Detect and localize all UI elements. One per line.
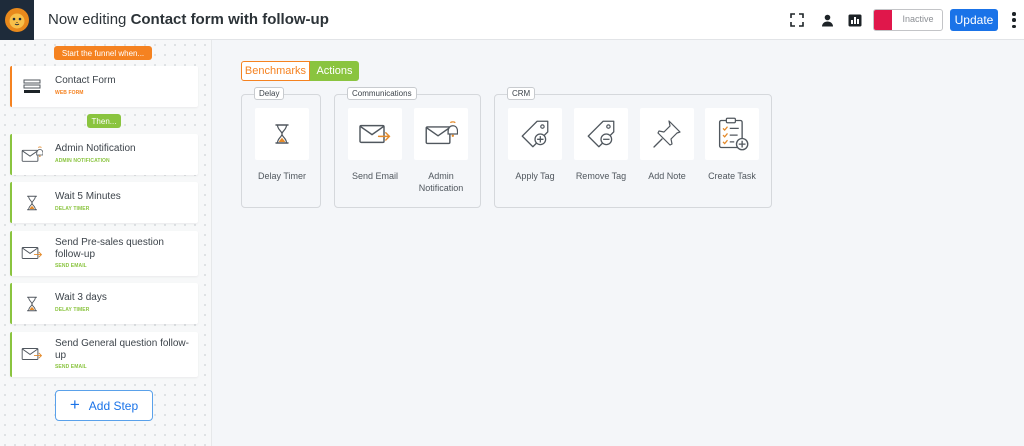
action-label: Apply Tag (515, 171, 555, 181)
action-label: Add Note (648, 171, 686, 181)
funnel-sidebar: Start the funnel when... Contact Form WE… (0, 40, 212, 446)
lion-logo-icon (5, 8, 29, 32)
step-type-tabs: Benchmarks Actions (241, 61, 359, 81)
more-options-icon[interactable] (1010, 11, 1018, 29)
step-title: Contact Form (55, 75, 116, 86)
app-logo[interactable] (0, 0, 34, 40)
add-step-label: Add Step (88, 398, 139, 413)
step-type: SEND EMAIL (55, 263, 87, 269)
action-apply-tag[interactable] (508, 108, 562, 160)
tab-benchmarks[interactable]: Benchmarks (241, 61, 310, 81)
action-add-note[interactable] (640, 108, 694, 160)
reporting-icon[interactable] (846, 11, 864, 29)
add-step-button[interactable]: + Add Step (55, 390, 153, 421)
update-button[interactable]: Update (950, 9, 998, 31)
hourglass-icon (21, 295, 43, 313)
status-label: Inactive (902, 14, 934, 24)
action-label: Remove Tag (575, 171, 627, 181)
step-type: DELAY TIMER (55, 307, 90, 313)
step-type: SEND EMAIL (55, 364, 87, 370)
plus-icon: + (69, 395, 80, 414)
send-email-icon (21, 244, 43, 262)
group-label: Delay (254, 87, 285, 100)
step-title: Wait 5 Minutes (55, 191, 121, 202)
step-contact-form[interactable]: Contact Form WEB FORM (10, 66, 198, 107)
group-label: CRM (507, 87, 536, 100)
step-title: Send General question follow-up (55, 338, 189, 361)
action-create-task[interactable] (705, 108, 759, 160)
step-type: ADMIN NOTIFICATION (55, 158, 110, 164)
contacts-icon[interactable] (818, 11, 836, 29)
then-label: Then... (87, 114, 121, 128)
step-type: DELAY TIMER (55, 206, 90, 212)
send-email-icon (358, 122, 392, 146)
editing-prefix: Now editing (48, 11, 127, 28)
action-send-email[interactable] (348, 108, 402, 160)
action-remove-tag[interactable] (574, 108, 628, 160)
send-email-icon (21, 345, 43, 363)
step-title: Send Pre-sales question follow-up (55, 237, 164, 260)
funnel-name[interactable]: Contact form with follow-up (131, 11, 329, 28)
start-funnel-label: Start the funnel when... (54, 46, 152, 60)
step-wait-5-minutes[interactable]: Wait 5 Minutes DELAY TIMER (10, 182, 198, 223)
web-form-icon (21, 78, 43, 96)
toggle-knob (874, 10, 892, 30)
group-label: Communications (347, 87, 417, 100)
page-title: Now editing Contact form with follow-up (48, 11, 329, 28)
top-bar: Now editing Contact form with follow-up … (0, 0, 1024, 40)
action-admin-notification[interactable] (414, 108, 468, 160)
tag-minus-icon (584, 117, 618, 151)
pushpin-icon (651, 118, 683, 150)
clipboard-checklist-icon (714, 116, 750, 152)
action-label: Send Email (351, 171, 399, 181)
hourglass-icon (21, 194, 43, 212)
envelope-bell-icon (21, 146, 43, 164)
action-delay-timer[interactable] (255, 108, 309, 160)
step-title: Admin Notification (55, 143, 136, 154)
step-title: Wait 3 days (55, 292, 107, 303)
fullscreen-icon[interactable] (788, 11, 806, 29)
step-type: WEB FORM (55, 90, 84, 96)
envelope-bell-icon (424, 121, 458, 147)
action-label: Create Task (708, 171, 756, 181)
step-send-general-followup[interactable]: Send General question follow-up SEND EMA… (10, 332, 198, 377)
action-label: Admin Notification (418, 171, 464, 193)
step-send-presales-followup[interactable]: Send Pre-sales question follow-up SEND E… (10, 231, 198, 276)
tag-plus-icon (518, 117, 552, 151)
tab-actions[interactable]: Actions (310, 61, 359, 81)
hourglass-icon (270, 120, 294, 148)
step-wait-3-days[interactable]: Wait 3 days DELAY TIMER (10, 283, 198, 324)
action-label: Delay Timer (257, 171, 306, 181)
step-admin-notification[interactable]: Admin Notification ADMIN NOTIFICATION (10, 134, 198, 175)
status-toggle[interactable]: Inactive (873, 9, 943, 31)
